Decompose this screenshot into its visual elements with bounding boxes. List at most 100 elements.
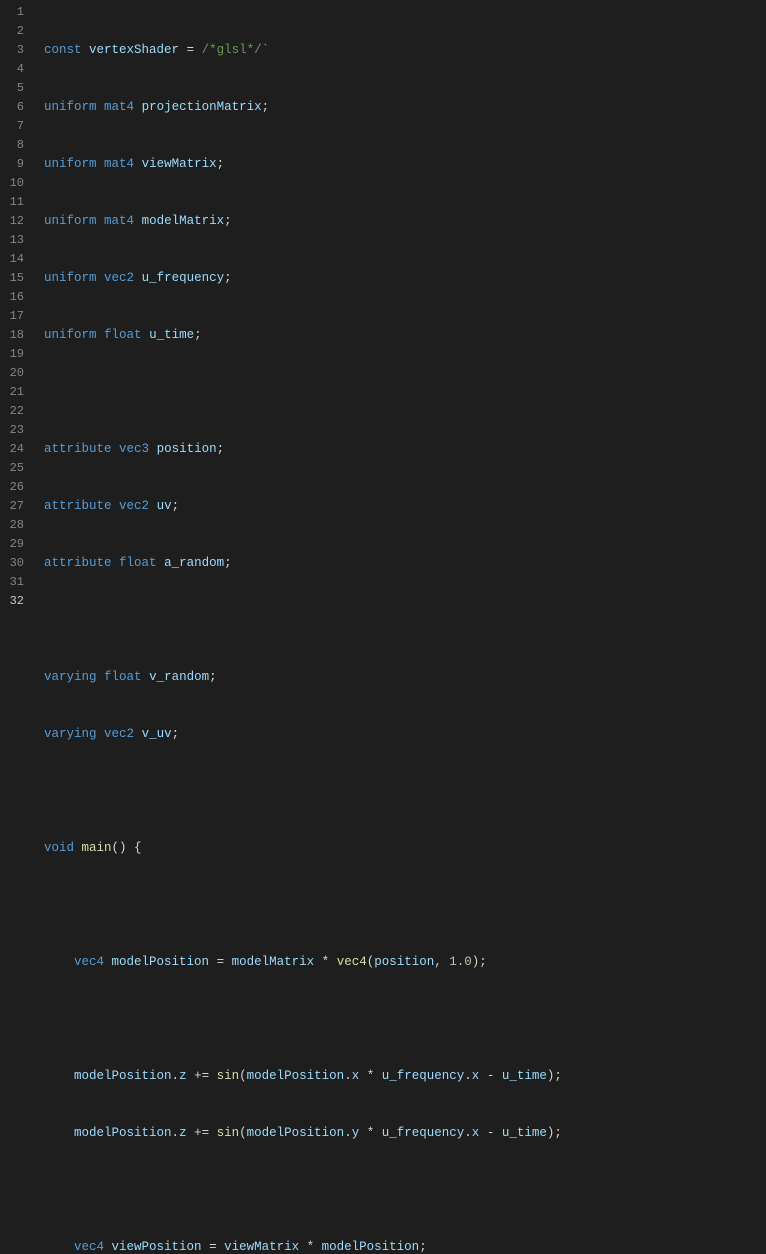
type: float: [104, 670, 142, 684]
type: vec2: [104, 727, 134, 741]
keyword: void: [44, 841, 74, 855]
comment: /*glsl*/: [202, 43, 262, 57]
punct: (: [239, 1126, 247, 1140]
identifier: x: [472, 1069, 480, 1083]
code-line[interactable]: attribute vec2 uv;: [44, 497, 766, 516]
punct: ;: [419, 1240, 427, 1254]
code-line[interactable]: varying float v_random;: [44, 668, 766, 687]
identifier: modelMatrix: [142, 214, 225, 228]
punct: ;: [224, 271, 232, 285]
punct: ;: [172, 499, 180, 513]
identifier: viewPosition: [112, 1240, 202, 1254]
identifier: modelPosition: [112, 955, 210, 969]
identifier: x: [472, 1126, 480, 1140]
identifier: y: [352, 1126, 360, 1140]
identifier: u_frequency: [142, 271, 225, 285]
line-number: 26: [0, 478, 24, 497]
identifier: u_time: [502, 1069, 547, 1083]
code-editor[interactable]: 1 2 3 4 5 6 7 8 9 10 11 12 13 14 15 16 1…: [0, 0, 766, 627]
identifier: z: [179, 1069, 187, 1083]
line-number: 10: [0, 174, 24, 193]
type: mat4: [104, 100, 134, 114]
line-number: 4: [0, 60, 24, 79]
identifier: modelMatrix: [232, 955, 315, 969]
code-line[interactable]: [44, 896, 766, 915]
code-line[interactable]: uniform vec2 u_frequency;: [44, 269, 766, 288]
identifier: viewMatrix: [224, 1240, 299, 1254]
line-number: 14: [0, 250, 24, 269]
identifier: position: [157, 442, 217, 456]
identifier: viewMatrix: [142, 157, 217, 171]
type: float: [119, 556, 157, 570]
code-line[interactable]: const vertexShader = /*glsl*/`: [44, 41, 766, 60]
line-number: 16: [0, 288, 24, 307]
code-line[interactable]: attribute vec3 position;: [44, 440, 766, 459]
function: sin: [217, 1126, 240, 1140]
operator: *: [322, 955, 330, 969]
line-number: 8: [0, 136, 24, 155]
punct: ;: [209, 670, 217, 684]
identifier: u_frequency: [382, 1069, 465, 1083]
punct: (: [239, 1069, 247, 1083]
punct: () {: [112, 841, 142, 855]
string-delim: `: [262, 43, 270, 57]
keyword: varying: [44, 670, 97, 684]
type: vec4: [74, 955, 104, 969]
code-line[interactable]: uniform mat4 viewMatrix;: [44, 155, 766, 174]
keyword: attribute: [44, 442, 112, 456]
keyword: varying: [44, 727, 97, 741]
punct: ;: [194, 328, 202, 342]
punct: .: [464, 1126, 472, 1140]
line-number: 19: [0, 345, 24, 364]
line-number: 31: [0, 573, 24, 592]
identifier: vertexShader: [89, 43, 179, 57]
code-area[interactable]: const vertexShader = /*glsl*/` uniform m…: [36, 0, 766, 627]
identifier: v_uv: [142, 727, 172, 741]
identifier: u_time: [502, 1126, 547, 1140]
code-line[interactable]: modelPosition.z += sin(modelPosition.y *…: [44, 1124, 766, 1143]
type: mat4: [104, 214, 134, 228]
punct: ,: [434, 955, 442, 969]
punct: ;: [224, 556, 232, 570]
code-line[interactable]: attribute float a_random;: [44, 554, 766, 573]
line-number: 20: [0, 364, 24, 383]
code-line[interactable]: modelPosition.z += sin(modelPosition.x *…: [44, 1067, 766, 1086]
code-line[interactable]: varying vec2 v_uv;: [44, 725, 766, 744]
identifier: projectionMatrix: [142, 100, 262, 114]
function: main: [82, 841, 112, 855]
code-line[interactable]: [44, 611, 766, 630]
line-number: 21: [0, 383, 24, 402]
keyword: uniform: [44, 214, 97, 228]
code-line[interactable]: uniform mat4 modelMatrix;: [44, 212, 766, 231]
code-line[interactable]: uniform float u_time;: [44, 326, 766, 345]
keyword: uniform: [44, 100, 97, 114]
type: float: [104, 328, 142, 342]
code-line[interactable]: void main() {: [44, 839, 766, 858]
code-line[interactable]: [44, 383, 766, 402]
keyword: uniform: [44, 328, 97, 342]
code-line[interactable]: [44, 782, 766, 801]
line-number: 13: [0, 231, 24, 250]
operator: -: [487, 1069, 495, 1083]
operator: +=: [194, 1069, 209, 1083]
line-number: 29: [0, 535, 24, 554]
code-line[interactable]: [44, 1181, 766, 1200]
identifier: modelPosition: [74, 1126, 172, 1140]
line-number: 22: [0, 402, 24, 421]
code-line[interactable]: [44, 1010, 766, 1029]
type: vec4: [74, 1240, 104, 1254]
line-number: 27: [0, 497, 24, 516]
line-number: 30: [0, 554, 24, 573]
identifier: a_random: [164, 556, 224, 570]
code-line[interactable]: vec4 modelPosition = modelMatrix * vec4(…: [44, 953, 766, 972]
identifier: x: [352, 1069, 360, 1083]
code-line[interactable]: vec4 viewPosition = viewMatrix * modelPo…: [44, 1238, 766, 1254]
punct: ;: [262, 100, 270, 114]
identifier: u_time: [149, 328, 194, 342]
line-number: 18: [0, 326, 24, 345]
code-line[interactable]: uniform mat4 projectionMatrix;: [44, 98, 766, 117]
identifier: u_frequency: [382, 1126, 465, 1140]
line-number: 3: [0, 41, 24, 60]
operator: =: [209, 1240, 217, 1254]
operator: +=: [194, 1126, 209, 1140]
